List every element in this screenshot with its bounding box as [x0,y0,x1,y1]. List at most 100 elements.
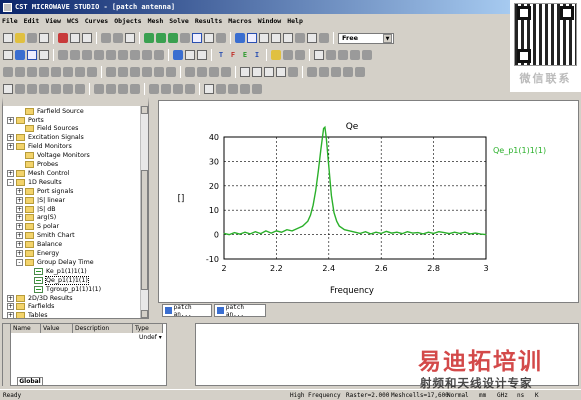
align-icon[interactable] [362,50,372,60]
wcs-toggle-icon[interactable] [355,67,365,77]
mesh-properties-icon[interactable] [295,50,305,60]
boolean-insert-icon[interactable] [39,67,49,77]
zoom-icon[interactable] [180,33,190,43]
expand-icon[interactable]: + [16,241,23,249]
results-icon[interactable] [314,50,324,60]
collapse-icon[interactable]: - [16,258,23,266]
splitter[interactable] [168,323,194,386]
arc-icon[interactable] [87,67,97,77]
scroll-thumb[interactable] [141,170,148,290]
curve-fillet-icon[interactable] [118,84,128,94]
boolean-subtract-icon[interactable] [15,67,25,77]
edge-icon[interactable] [154,67,164,77]
zoom-box-icon[interactable] [192,33,202,43]
sphere-icon[interactable] [70,50,80,60]
select-icon[interactable] [3,84,13,94]
reset-view-icon[interactable] [216,33,226,43]
mesh-icon[interactable] [271,50,281,60]
spin-icon[interactable] [168,33,178,43]
transparency-icon[interactable] [240,84,250,94]
chamfer-icon[interactable] [118,67,128,77]
ellipse-icon[interactable] [51,84,61,94]
monitor-icon[interactable] [173,50,183,60]
column-name[interactable]: Name [11,324,41,333]
tree-item[interactable]: Farfield Source [16,107,84,115]
expand-icon[interactable]: + [16,187,23,195]
boolean-add-icon[interactable] [3,67,13,77]
tree-item[interactable]: Field Sources [16,125,78,133]
tree-item[interactable]: + Excitation Signals [7,134,84,142]
new-file-icon[interactable] [3,33,13,43]
cut-plane-icon[interactable] [204,84,214,94]
tree-item[interactable]: +2D/3D Results [7,294,73,302]
tab-global[interactable]: Global [17,377,43,386]
trace-icon[interactable] [75,84,85,94]
torus-icon[interactable] [94,50,104,60]
expand-icon[interactable]: + [7,143,14,151]
tree-item[interactable]: Qe_p1(1)1(1) [25,275,89,285]
save-icon[interactable] [27,33,37,43]
blend-icon[interactable] [106,67,116,77]
grid-icon[interactable] [295,33,305,43]
axes-icon[interactable] [307,33,317,43]
redo-icon[interactable] [113,33,123,43]
expand-icon[interactable]: + [7,134,14,142]
menu-mesh[interactable]: Mesh [148,17,164,25]
shape-icon[interactable] [51,67,61,77]
cone-icon[interactable] [82,50,92,60]
copy-icon[interactable] [70,33,80,43]
column-description[interactable]: Description [73,324,133,333]
rotate-profile-icon[interactable] [142,50,152,60]
tree-item[interactable]: + Farfields [7,303,54,311]
tree-item[interactable]: + Tables [7,312,48,318]
tree-item[interactable]: + Field Monitors [7,143,72,151]
mirror-icon[interactable] [197,67,207,77]
menu-window[interactable]: Window [258,17,281,25]
curve-trim-icon[interactable] [106,84,116,94]
draw-icon[interactable] [27,50,37,60]
tree-item[interactable]: + Balance [16,241,62,249]
expand-icon[interactable]: + [7,169,14,177]
print-icon[interactable] [39,33,49,43]
tree-item[interactable]: + Energy [16,249,59,258]
menu-objects[interactable]: Objects [114,17,141,25]
expand-icon[interactable]: + [16,232,23,240]
expand-icon[interactable]: + [7,312,14,318]
expand-icon[interactable]: + [16,214,23,222]
face-icon[interactable] [142,67,152,77]
cut-icon[interactable] [58,33,68,43]
paste-icon[interactable] [82,33,92,43]
cylinder-icon[interactable] [106,50,116,60]
eigenmode-solver-icon[interactable]: E [240,50,250,60]
tree-item[interactable]: + |S| linear [16,196,65,204]
shell-icon[interactable] [130,67,140,77]
chevron-down-icon[interactable]: ▼ [383,33,392,43]
plot-icon[interactable] [39,50,49,60]
expand-icon[interactable]: + [7,294,14,302]
expand-icon[interactable]: + [7,116,14,124]
macro-icon[interactable] [338,50,348,60]
ecylinder-icon[interactable] [118,50,128,60]
tree-item[interactable]: Ke_p1(1)1(1) [25,267,87,275]
translate-icon[interactable] [221,67,231,77]
pick-edge-icon[interactable] [252,67,262,77]
view-front-icon[interactable] [259,33,269,43]
clear-picks-icon[interactable] [288,67,298,77]
menu-edit[interactable]: Edit [24,17,40,25]
menu-file[interactable]: File [2,17,18,25]
menu-curves[interactable]: Curves [85,17,108,25]
point-icon[interactable] [166,67,176,77]
line-icon[interactable] [15,84,25,94]
polyline-icon[interactable] [63,84,73,94]
tree-item[interactable]: + |S| dB [16,205,56,213]
wireframe-icon[interactable] [247,33,257,43]
light-icon[interactable] [228,84,238,94]
tree-item[interactable]: - 1D Results [7,178,62,186]
spline-icon[interactable] [75,67,85,77]
bend-icon[interactable] [350,50,360,60]
working-plane-icon[interactable] [319,33,329,43]
align-wcs-icon[interactable] [319,67,329,77]
curve-icon[interactable] [15,50,25,60]
menu-view[interactable]: View [45,17,61,25]
tree-item[interactable]: Probes [16,160,58,169]
